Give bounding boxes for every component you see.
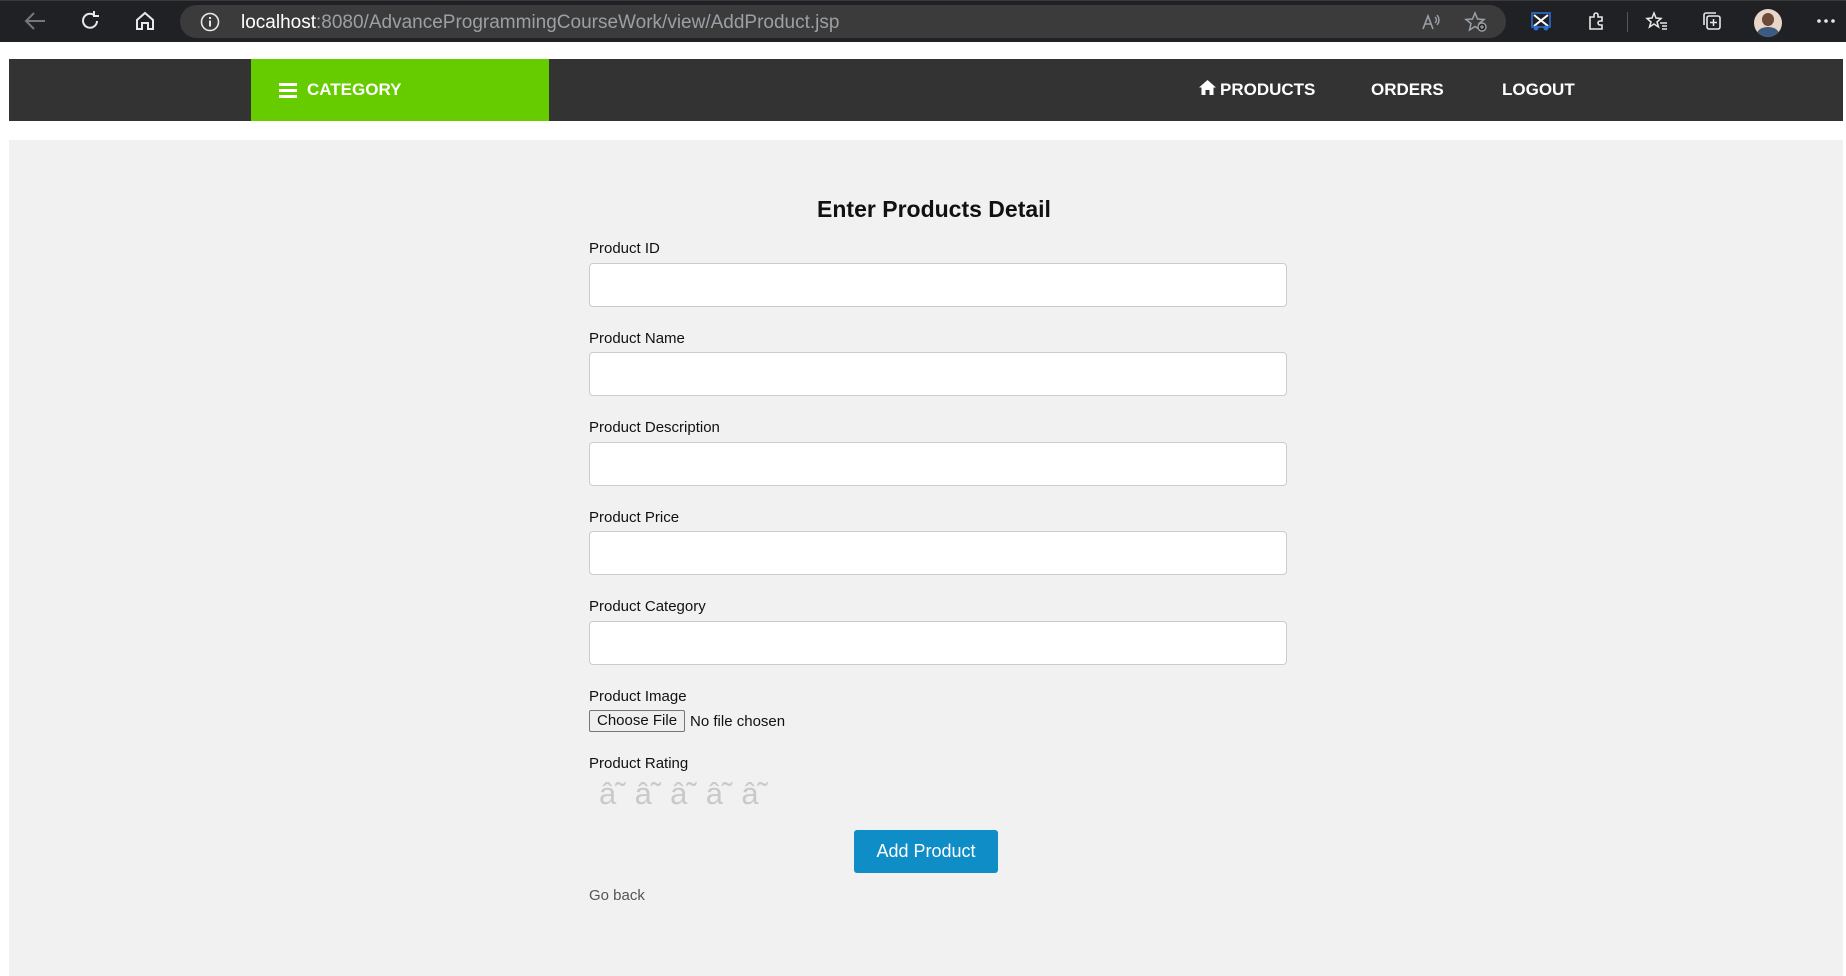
product-category-label: Product Category (589, 598, 706, 615)
file-input[interactable]: Choose File No file chosen (589, 710, 785, 732)
rating-star[interactable]: â˜ (706, 776, 733, 812)
rating-star[interactable]: â˜ (670, 776, 697, 812)
nav-orders-link[interactable]: ORDERS (1371, 59, 1444, 121)
nav-products-link[interactable]: PRODUCTS (1199, 59, 1315, 121)
add-favorite-icon[interactable] (1464, 11, 1488, 38)
browser-top-border (0, 0, 1846, 1)
product-id-input[interactable] (589, 263, 1287, 307)
product-description-label: Product Description (589, 419, 720, 436)
product-description-input[interactable] (589, 442, 1287, 486)
home-icon (1199, 80, 1216, 100)
product-id-label: Product ID (589, 240, 660, 257)
browser-toolbar: localhost:8080/AdvanceProgrammingCourseW… (0, 0, 1846, 42)
category-label: CATEGORY (307, 80, 402, 99)
nav-logout-label: LOGOUT (1502, 80, 1575, 99)
refresh-icon[interactable] (75, 8, 105, 34)
toolbar-separator (1627, 12, 1628, 32)
back-icon[interactable] (20, 8, 50, 34)
profile-avatar[interactable] (1754, 9, 1782, 37)
url-host: localhost (241, 12, 316, 33)
category-button[interactable]: CATEGORY (251, 59, 549, 121)
extensions-puzzle-icon[interactable] (1581, 8, 1611, 34)
collections-icon[interactable] (1697, 8, 1727, 34)
nav-logout-link[interactable]: LOGOUT (1502, 59, 1575, 121)
favorites-icon[interactable] (1642, 8, 1672, 34)
form-title: Enter Products Detail (817, 196, 1051, 222)
choose-file-button[interactable]: Choose File (589, 710, 686, 732)
extension-icon[interactable] (1526, 8, 1556, 34)
main-content: Enter Products Detail Product ID Product… (9, 140, 1843, 976)
url-text: localhost:8080/AdvanceProgrammingCourseW… (241, 12, 839, 34)
file-status: No file chosen (690, 712, 786, 730)
product-category-input[interactable] (589, 621, 1287, 665)
product-image-label: Product Image (589, 688, 687, 705)
home-icon[interactable] (130, 8, 160, 34)
rating-stars: â˜ â˜ â˜ â˜ â˜ (599, 776, 768, 812)
site-info-icon[interactable] (200, 12, 220, 37)
hamburger-icon (279, 82, 297, 98)
product-price-label: Product Price (589, 509, 680, 526)
nav-products-label: PRODUCTS (1220, 80, 1316, 99)
more-options-icon[interactable] (1811, 8, 1841, 34)
rating-star[interactable]: â˜ (741, 776, 768, 812)
address-bar[interactable]: localhost:8080/AdvanceProgrammingCourseW… (180, 5, 1506, 38)
go-back-link[interactable]: Go back (589, 887, 645, 904)
product-name-input[interactable] (589, 352, 1287, 396)
product-name-label: Product Name (589, 330, 685, 347)
product-rating-label: Product Rating (589, 755, 689, 772)
main-nav: CATEGORY PRODUCTS ORDERS LOGOUT (9, 59, 1843, 121)
rating-star[interactable]: â˜ (635, 776, 662, 812)
product-price-input[interactable] (589, 531, 1287, 575)
add-product-button[interactable]: Add Product (854, 830, 998, 873)
url-path: :8080/AdvanceProgrammingCourseWork/view/… (316, 12, 840, 33)
read-aloud-icon[interactable] (1420, 11, 1442, 38)
rating-star[interactable]: â˜ (599, 776, 626, 812)
nav-orders-label: ORDERS (1371, 80, 1444, 99)
